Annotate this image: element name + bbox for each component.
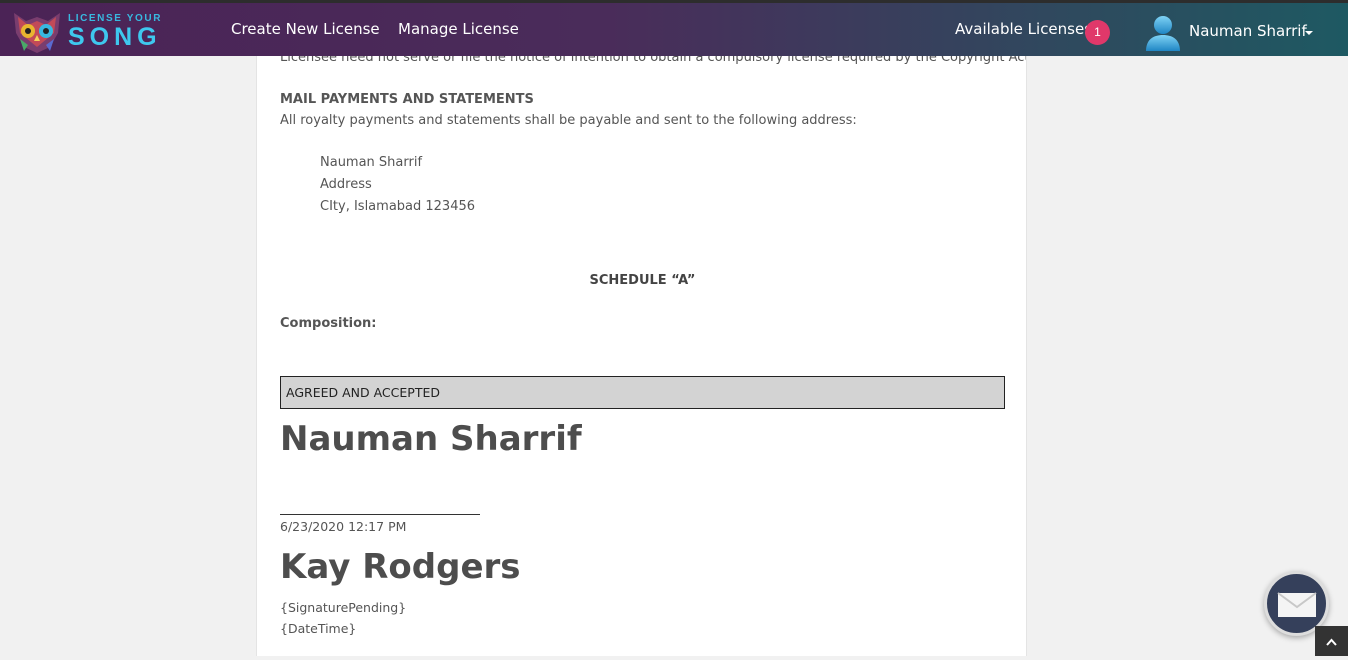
signature-line — [280, 514, 480, 515]
signature-date: 6/23/2020 12:17 PM — [280, 519, 407, 534]
mail-payments-body: All royalty payments and statements shal… — [280, 113, 857, 128]
address-line: CIty, Islamabad 123456 — [320, 199, 476, 214]
signature-date-placeholder: {DateTime} — [280, 621, 357, 636]
logo-wordmark: SONG — [68, 23, 162, 51]
nav-manage-license[interactable]: Manage License — [398, 20, 519, 38]
mail-payments-heading: MAIL PAYMENTS AND STATEMENTS — [280, 92, 534, 107]
user-menu-toggle[interactable]: Nauman Sharrif — [1189, 22, 1307, 40]
signer-name: Nauman Sharrif — [280, 419, 582, 459]
nav-create-license[interactable]: Create New License — [231, 20, 380, 38]
owl-logo-icon — [14, 13, 60, 53]
chevron-up-icon — [1326, 638, 1337, 646]
caret-down-icon[interactable] — [1305, 31, 1313, 35]
address-line: Address — [320, 177, 372, 192]
signer-name: Kay Rodgers — [280, 547, 521, 587]
signature-status: {SignaturePending} — [280, 600, 407, 615]
user-avatar-icon[interactable] — [1144, 13, 1182, 51]
available-count-badge: 1 — [1085, 20, 1110, 45]
brand-logo[interactable]: LICENSE YOUR SONG — [10, 9, 170, 55]
nav-available-licenses[interactable]: Available Licenses — [955, 20, 1092, 38]
mail-icon — [1277, 592, 1317, 617]
address-line: Nauman Sharrif — [320, 155, 423, 170]
scroll-to-top-button[interactable] — [1315, 626, 1348, 656]
clipped-paragraph: Licensee need not serve or file the noti… — [280, 56, 1027, 65]
agreed-accepted-banner: AGREED AND ACCEPTED — [280, 376, 1005, 409]
composition-label: Composition: — [280, 316, 377, 331]
schedule-heading: SCHEDULE “A” — [589, 273, 696, 288]
top-navbar: LICENSE YOUR SONG Create New License Man… — [0, 0, 1348, 56]
license-document: Licensee need not serve or file the noti… — [256, 56, 1027, 656]
